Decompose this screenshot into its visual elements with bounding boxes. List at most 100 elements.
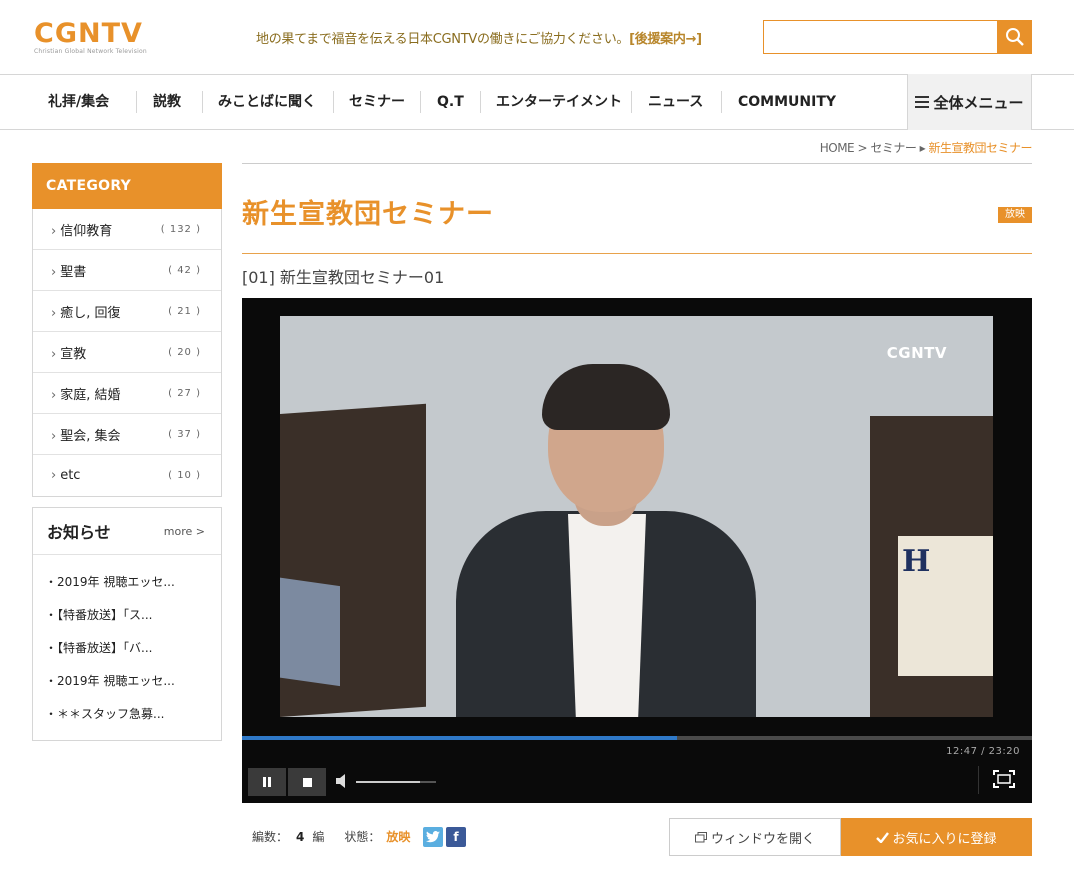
notice-title: お知らせ [47, 523, 111, 542]
progress-bar[interactable] [242, 736, 1032, 740]
nav-divider [420, 91, 421, 113]
pause-button[interactable] [248, 768, 286, 796]
page-title: 新生宣教団セミナー [242, 199, 494, 230]
nav-divider [333, 91, 334, 113]
category-name: 信仰教育 [51, 220, 112, 239]
nav-divider [721, 91, 722, 113]
episode-title: [01] 新生宣教団セミナー01 [242, 268, 445, 287]
category-item[interactable]: 家庭, 結婚 ( 27 ) [33, 373, 221, 414]
all-menu-label: 全体メニュー [933, 93, 1024, 112]
episodes-unit: 編 [312, 830, 325, 844]
notice-item[interactable]: ＊＊スタッフ急募... [33, 701, 221, 734]
time-display: 12:47 / 23:20 [946, 746, 1020, 757]
stop-button[interactable] [288, 768, 326, 796]
nav-item-worship[interactable]: 礼拝/集会 [48, 75, 109, 129]
search-button[interactable] [997, 20, 1032, 54]
stop-icon [302, 777, 312, 787]
category-count: ( 21 ) [168, 305, 201, 317]
backdrop-panel-left [280, 403, 426, 717]
volume-fill [356, 781, 420, 783]
volume-slider[interactable] [356, 781, 436, 783]
hamburger-icon [915, 93, 930, 111]
category-name: 聖会, 集会 [51, 425, 120, 444]
facebook-icon: f [453, 830, 459, 844]
add-favorite-button[interactable]: お気に入りに登録 [841, 818, 1032, 856]
category-name: etc [51, 468, 80, 483]
divider [242, 163, 1032, 164]
facebook-share-button[interactable]: f [446, 827, 466, 847]
main-nav: 礼拝/集会 説教 みことばに聞く セミナー Q.T エンターテイメント ニュース… [0, 74, 1074, 130]
notice-header: お知らせ more > [33, 508, 221, 555]
volume-icon[interactable] [336, 774, 348, 788]
category-count: ( 132 ) [160, 223, 201, 235]
logo-subtitle: Christian Global Network Television [34, 48, 147, 55]
speaker-figure [456, 356, 756, 717]
category-item[interactable]: 信仰教育 ( 132 ) [33, 209, 221, 250]
pause-icon [263, 777, 271, 787]
nav-divider [631, 91, 632, 113]
category-count: ( 42 ) [168, 264, 201, 276]
episodes-label: 編数： [252, 830, 289, 844]
breadcrumb: HOME > セミナー ▸ 新生宣教団セミナー [820, 139, 1033, 156]
nav-divider [480, 91, 481, 113]
window-icon [694, 831, 707, 842]
twitter-icon [426, 831, 440, 843]
nav-item-entertainment[interactable]: エンターテイメント [496, 75, 622, 129]
donate-banner[interactable]: 地の果てまで福音を伝える日本CGNTVの働きにご協力ください。[後援案内→] [256, 28, 702, 47]
all-menu-button[interactable]: 全体メニュー [907, 74, 1032, 130]
category-item[interactable]: 癒し, 回復 ( 21 ) [33, 291, 221, 332]
category-header: CATEGORY [32, 163, 222, 209]
category-count: ( 27 ) [168, 387, 201, 399]
category-item[interactable]: 聖書 ( 42 ) [33, 250, 221, 291]
category-name: 家庭, 結婚 [51, 384, 120, 403]
nav-divider [202, 91, 203, 113]
video-frame[interactable]: H CGNTV [280, 316, 993, 717]
control-divider [978, 766, 979, 794]
nav-item-qt[interactable]: Q.T [437, 75, 464, 129]
divider [242, 253, 1032, 254]
breadcrumb-current: 新生宣教団セミナー [928, 141, 1032, 155]
check-icon [876, 831, 890, 843]
notice-box: お知らせ more > 2019年 視聴エッセ... 【特番放送】「ス... 【… [32, 507, 222, 741]
add-favorite-label: お気に入りに登録 [892, 831, 997, 847]
notice-more-link[interactable]: more > [164, 525, 205, 538]
category-count: ( 20 ) [168, 346, 201, 358]
breadcrumb-home[interactable]: HOME [820, 141, 855, 155]
logo[interactable]: CGNTV Christian Global Network Televisio… [34, 20, 147, 55]
status-value: 放映 [386, 830, 411, 844]
notice-item[interactable]: 【特番放送】「バ... [33, 635, 221, 668]
open-window-button[interactable]: ウィンドウを開く [669, 818, 841, 856]
category-item[interactable]: 聖会, 集会 ( 37 ) [33, 414, 221, 455]
search-box [763, 20, 1032, 54]
status-badge: 放映 [998, 207, 1032, 223]
breadcrumb-separator: > [854, 141, 871, 155]
search-icon [1005, 28, 1024, 46]
progress-fill [242, 736, 677, 740]
logo-text: CGNTV [34, 18, 143, 49]
search-input[interactable] [764, 21, 998, 53]
nav-item-seminar[interactable]: セミナー [349, 75, 405, 129]
nav-item-news[interactable]: ニュース [648, 75, 703, 129]
nav-item-word[interactable]: みことばに聞く [218, 75, 316, 129]
episode-meta: 編数： 4 編 状態： 放映 [252, 828, 410, 845]
breadcrumb-section[interactable]: セミナー [870, 141, 917, 155]
category-name: 聖書 [51, 261, 86, 280]
category-item[interactable]: etc ( 10 ) [33, 455, 221, 496]
breadcrumb-separator: ▸ [916, 141, 929, 155]
notice-item[interactable]: 2019年 視聴エッセ... [33, 569, 221, 602]
category-count: ( 37 ) [168, 428, 201, 440]
status-label: 状態： [344, 830, 381, 844]
nav-item-sermon[interactable]: 説教 [153, 75, 181, 129]
fullscreen-icon[interactable] [992, 769, 1016, 789]
category-name: 宣教 [51, 343, 86, 362]
twitter-share-button[interactable] [423, 827, 443, 847]
video-watermark: CGNTV [886, 344, 947, 362]
open-window-label: ウィンドウを開く [710, 831, 815, 847]
category-count: ( 10 ) [168, 470, 201, 481]
notice-item[interactable]: 2019年 視聴エッセ... [33, 668, 221, 701]
notice-item[interactable]: 【特番放送】「ス... [33, 602, 221, 635]
nav-item-community[interactable]: COMMUNITY [738, 75, 836, 129]
episodes-count: 4 [296, 829, 305, 844]
category-item[interactable]: 宣教 ( 20 ) [33, 332, 221, 373]
donate-link[interactable]: [後援案内→] [629, 32, 702, 47]
